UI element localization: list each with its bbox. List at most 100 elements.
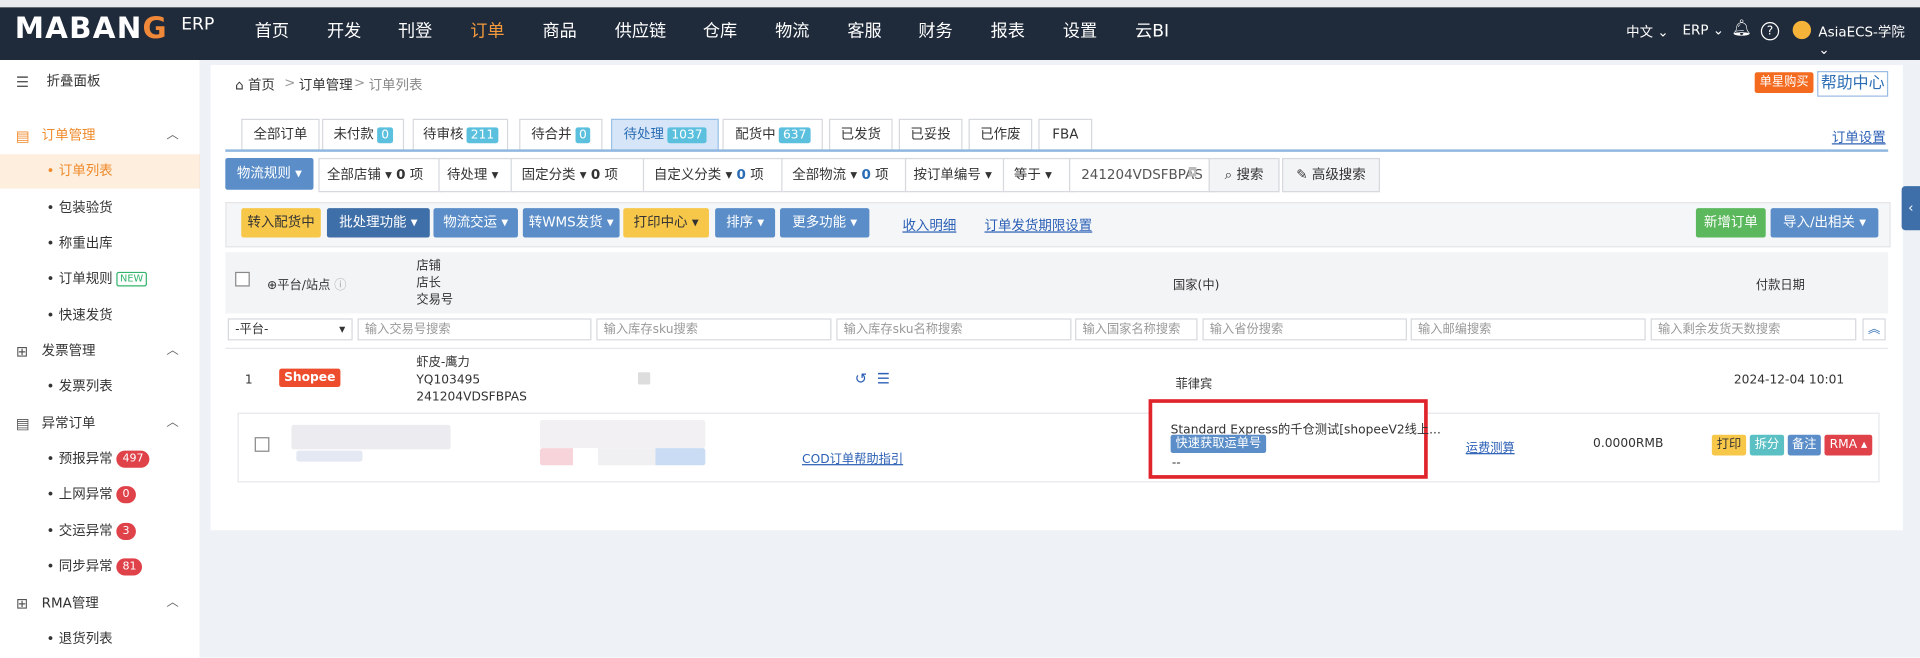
- brand-logo[interactable]: MABANG: [15, 11, 168, 45]
- custom-category-filter[interactable]: 自定义分类 ▾ 0 项: [642, 157, 784, 193]
- get-tracking-button[interactable]: 快速获取运单号: [1170, 434, 1267, 454]
- fixed-category-filter[interactable]: 固定分类 ▾ 0 项: [510, 157, 646, 193]
- sidebar-item-ship-exception[interactable]: • 交运异常 3: [0, 514, 200, 548]
- camera-icon[interactable]: ◘: [1188, 167, 1198, 180]
- nav-cloud-bi[interactable]: 云BI: [1135, 7, 1169, 60]
- zipcode-filter[interactable]: 输入邮编搜索: [1410, 318, 1646, 341]
- new-order-button[interactable]: 新增订单: [1695, 208, 1766, 238]
- tab-picking[interactable]: 配货中 637: [722, 118, 823, 151]
- sidebar-item-weigh-out[interactable]: • 称重出库: [0, 227, 200, 261]
- shop-manager: YQ103495: [416, 373, 481, 387]
- nav-supply-chain[interactable]: 供应链: [615, 7, 666, 60]
- logistics-rule-dropdown[interactable]: 物流规则 ▾: [225, 157, 314, 190]
- erp-menu[interactable]: ERP ⌄: [1682, 22, 1724, 38]
- platform-badge: Shopee: [279, 368, 341, 387]
- sidebar-item-return-list[interactable]: • 退货列表: [0, 622, 200, 656]
- tab-pending-process[interactable]: 待处理 1037: [611, 118, 719, 151]
- sort-button[interactable]: 排序 ▾: [715, 208, 776, 238]
- order-settings-link[interactable]: 订单设置: [1832, 127, 1886, 147]
- nav-products[interactable]: 商品: [542, 7, 576, 60]
- row-checkbox[interactable]: [254, 437, 270, 452]
- sidebar-item-pack-check[interactable]: • 包装验货: [0, 191, 200, 225]
- sidebar-item-order-list[interactable]: • 订单列表: [0, 154, 203, 189]
- country-filter[interactable]: 输入国家名称搜索: [1075, 318, 1198, 341]
- deadline-setting-link[interactable]: 订单发货期限设置: [984, 216, 1092, 236]
- nav-logistics[interactable]: 物流: [775, 7, 809, 60]
- user-menu[interactable]: AsiaECS-学院 ⌄: [1818, 22, 1920, 57]
- sidebar-item-sync-exception[interactable]: • 同步异常 81: [0, 550, 200, 584]
- nav-finance[interactable]: 财务: [918, 7, 952, 60]
- tab-pending-review[interactable]: 待审核 211: [412, 118, 509, 151]
- sidebar-item-order-rules[interactable]: • 订单规则 NEW: [0, 262, 200, 296]
- column-platform[interactable]: ⊕平台/站点 ⓘ: [267, 274, 347, 292]
- copy-icon[interactable]: [637, 372, 651, 385]
- platform-filter-select[interactable]: -平台- ▾: [227, 318, 353, 341]
- language-select[interactable]: 中文 ⌄: [1626, 22, 1669, 42]
- sku-name-filter[interactable]: 输入库存sku名称搜索: [836, 318, 1072, 341]
- tab-unpaid[interactable]: 未付款 0: [322, 118, 405, 151]
- nav-listing[interactable]: 刊登: [398, 7, 432, 60]
- cod-help-link[interactable]: COD订单帮助指引: [802, 448, 903, 466]
- tab-shipped[interactable]: 已发货: [828, 118, 893, 151]
- breadcrumb-home[interactable]: ⌂ 首页: [235, 75, 275, 95]
- sidebar-group-rma[interactable]: ⊞ RMA管理 ︿: [0, 587, 200, 621]
- income-detail-link[interactable]: 收入明细: [902, 216, 956, 236]
- breadcrumb-order-mgmt[interactable]: 订单管理: [299, 75, 353, 95]
- nav-settings[interactable]: 设置: [1063, 7, 1097, 60]
- sidebar-item-online-exception[interactable]: • 上网异常 0: [0, 478, 200, 512]
- sidebar-item-invoice-list[interactable]: • 发票列表: [0, 370, 200, 404]
- trade-number[interactable]: 241204VDSFBPAS: [416, 389, 527, 406]
- avatar[interactable]: [1792, 20, 1812, 40]
- import-export-button[interactable]: 导入/出相关 ▾: [1770, 208, 1879, 238]
- logistics-filter[interactable]: 全部物流 ▾ 0 项: [781, 157, 909, 193]
- nav-service[interactable]: 客服: [847, 7, 881, 60]
- tab-delivered[interactable]: 已妥投: [898, 118, 963, 151]
- tab-fba[interactable]: FBA: [1038, 118, 1093, 151]
- batch-button[interactable]: 批处理功能 ▾: [326, 208, 430, 238]
- operator-select[interactable]: 等于 ▾: [1002, 157, 1077, 193]
- nav-reports[interactable]: 报表: [991, 7, 1025, 60]
- nav-home[interactable]: 首页: [255, 7, 289, 60]
- search-button[interactable]: ⌕ 搜索: [1208, 157, 1280, 193]
- rma-button[interactable]: RMA ▴: [1824, 434, 1873, 456]
- buy-button[interactable]: 单星购买: [1754, 72, 1814, 94]
- note-button[interactable]: 备注: [1787, 434, 1821, 456]
- sku-filter[interactable]: 输入库存sku搜索: [596, 318, 832, 341]
- freight-calc-link[interactable]: 运费测算: [1466, 437, 1515, 455]
- sidebar-group-exceptions[interactable]: ▤ 异常订单 ︿: [0, 407, 200, 441]
- more-functions-button[interactable]: 更多功能 ▾: [780, 208, 870, 238]
- advanced-search-button[interactable]: ✎ 高级搜索: [1282, 157, 1381, 193]
- trade-no-filter[interactable]: 输入交易号搜索: [357, 318, 592, 341]
- sidebar-item-quick-ship[interactable]: • 快速发货: [0, 299, 200, 333]
- sidebar-group-orders[interactable]: ▤ 订单管理 ︿: [0, 119, 200, 153]
- side-drawer-toggle[interactable]: ‹: [1901, 186, 1920, 231]
- sidebar-collapse[interactable]: ☰ 折叠面板: [0, 65, 200, 99]
- sidebar-group-invoice[interactable]: ⊞ 发票管理 ︿: [0, 334, 200, 368]
- select-all-checkbox[interactable]: [235, 271, 250, 287]
- history-icon[interactable]: ↺: [855, 370, 867, 387]
- status-filter[interactable]: 待处理 ▾: [438, 157, 516, 193]
- days-left-filter[interactable]: 输入剩余发货天数搜索: [1650, 318, 1857, 341]
- nav-orders[interactable]: 订单: [470, 7, 504, 60]
- nav-warehouse[interactable]: 仓库: [703, 7, 737, 60]
- logistics-ship-button[interactable]: 物流交运 ▾: [433, 208, 518, 238]
- to-picking-button[interactable]: 转入配货中: [241, 208, 321, 238]
- shop-filter[interactable]: 全部店铺 ▾ 0 项: [318, 157, 444, 193]
- print-button[interactable]: 打印: [1711, 434, 1747, 456]
- tab-all-orders[interactable]: 全部订单: [241, 118, 320, 151]
- help-center-button[interactable]: 帮助中心: [1817, 71, 1889, 97]
- sidebar-item-forecast-exception[interactable]: • 预报异常 497: [0, 442, 200, 476]
- edit-icon: ✎: [1296, 166, 1308, 183]
- nav-develop[interactable]: 开发: [327, 7, 361, 60]
- tab-voided[interactable]: 已作废: [968, 118, 1033, 151]
- wms-ship-button[interactable]: 转WMS发货 ▾: [522, 208, 620, 238]
- bell-icon[interactable]: 🔔︎: [1731, 20, 1751, 38]
- print-center-button[interactable]: 打印中心 ▾: [623, 208, 709, 238]
- help-icon[interactable]: ?: [1760, 22, 1780, 41]
- collapse-filters-button[interactable]: ︽: [1862, 318, 1886, 341]
- search-field-select[interactable]: 按订单编号 ▾: [904, 157, 1007, 193]
- split-button[interactable]: 拆分: [1749, 434, 1785, 456]
- list-icon[interactable]: ☰: [877, 370, 890, 387]
- tab-pending-merge[interactable]: 待合并 0: [519, 118, 603, 151]
- province-filter[interactable]: 输入省份搜索: [1202, 318, 1407, 341]
